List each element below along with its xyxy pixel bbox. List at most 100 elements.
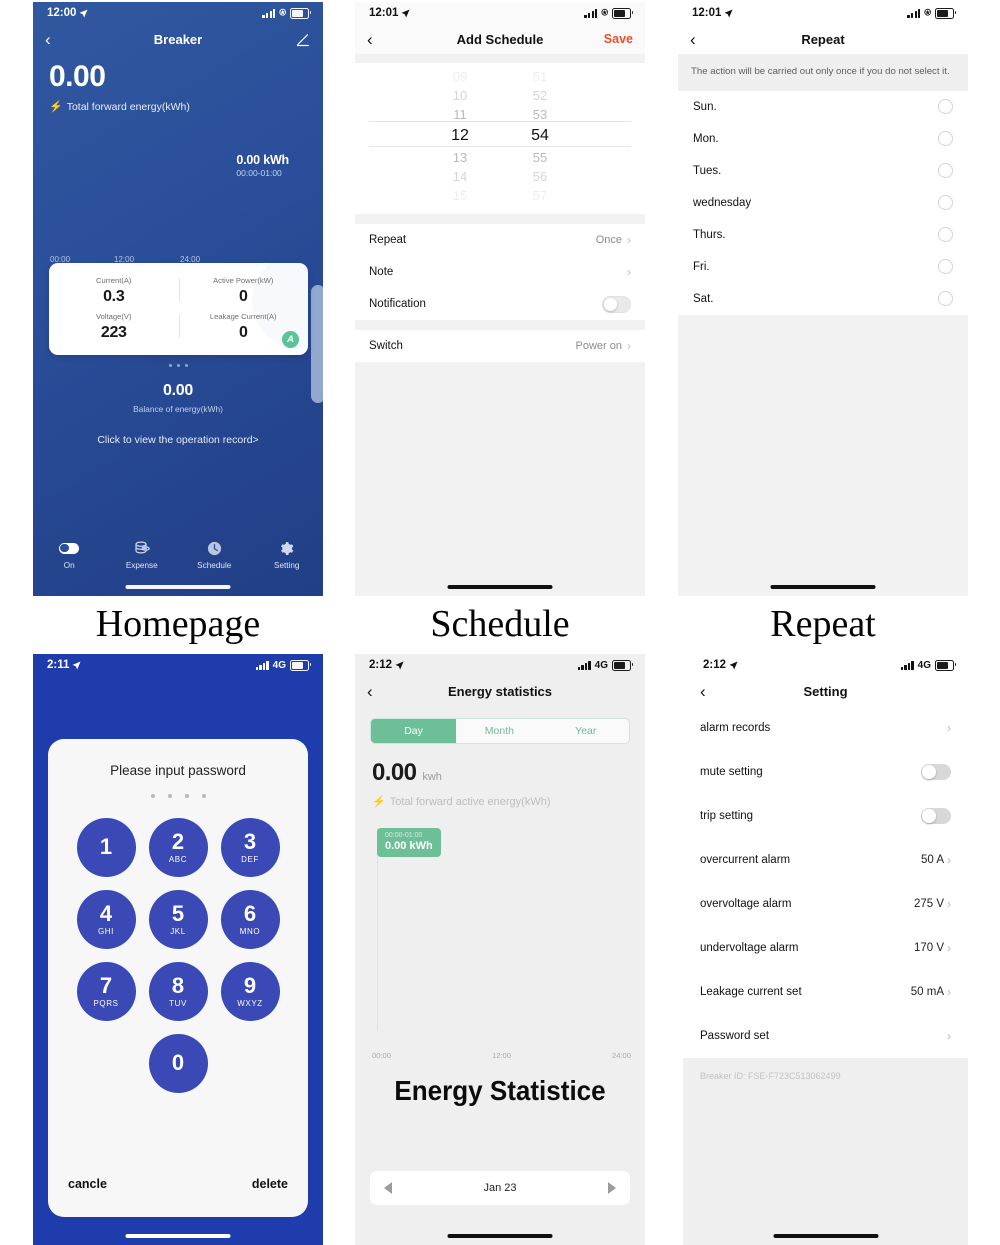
setting-row-trip-setting[interactable]: trip setting xyxy=(683,794,968,838)
setting-row-mute-setting[interactable]: mute setting xyxy=(683,750,968,794)
key-2[interactable]: 2 ABC xyxy=(148,818,208,877)
metric-active-power: Active Power(kW) 0 xyxy=(178,272,309,308)
metrics-row-1: Current(A) 0.3 Active Power(kW) 0 xyxy=(49,272,308,308)
key-9[interactable]: 9 WXYZ xyxy=(220,962,280,1021)
edit-pencil-icon[interactable] xyxy=(296,32,311,47)
key-8[interactable]: 8 TUV xyxy=(148,962,208,1021)
tab-setting[interactable]: Setting xyxy=(251,539,324,570)
chevron-right-icon: › xyxy=(947,897,951,911)
key-4[interactable]: 4 GHI xyxy=(76,890,136,949)
network-type-label: 4G xyxy=(917,659,931,671)
password-dots xyxy=(48,794,308,798)
picker-selection-line-bottom xyxy=(369,146,631,147)
segment-year[interactable]: Year xyxy=(543,719,629,743)
row-switch[interactable]: Switch Power on › xyxy=(355,330,645,362)
key-1[interactable]: 1 xyxy=(76,818,136,877)
setting-value-group: 50 A › xyxy=(921,853,951,867)
key-7[interactable]: 7 PQRS xyxy=(76,962,136,1021)
row-notification[interactable]: Notification xyxy=(355,288,645,320)
carousel-dots[interactable] xyxy=(33,364,323,367)
delete-button[interactable]: delete xyxy=(252,1177,288,1191)
statistics-sublabel: Total forward active energy(kWh) xyxy=(389,795,551,808)
day-row-sat[interactable]: Sat. xyxy=(678,282,968,315)
setting-row-overcurrent-alarm[interactable]: overcurrent alarm 50 A › xyxy=(683,838,968,882)
status-right: ⍟ xyxy=(262,7,312,19)
back-chevron-icon[interactable]: ‹ xyxy=(700,683,706,700)
setting-value: 50 A xyxy=(920,854,944,866)
key-0[interactable]: 0 xyxy=(148,1034,208,1093)
time-picker[interactable]: 09 10 11 12 13 14 15 51 52 53 54 55 56 5… xyxy=(355,54,645,214)
setting-value-group: 275 V › xyxy=(914,897,951,911)
metric-value: 223 xyxy=(100,324,127,341)
chart-tooltip-value: 0.00 kWh xyxy=(385,840,433,852)
day-row-fri[interactable]: Fri. xyxy=(678,250,968,283)
x-tick-2: 24:00 xyxy=(611,1051,631,1060)
key-6[interactable]: 6 MNO xyxy=(220,890,280,949)
picker-item: 56 xyxy=(532,169,548,184)
phone-screen-add-schedule: 12:01 ⍟ ‹ Add Schedule Save 09 10 11 12 xyxy=(355,2,645,596)
day-row-thurs[interactable]: Thurs. xyxy=(678,218,968,251)
radio-icon[interactable] xyxy=(938,227,953,243)
wifi-icon: ⍟ xyxy=(601,6,608,19)
card-peek-next[interactable] xyxy=(311,285,323,403)
key-3[interactable]: 3 DEF xyxy=(220,818,280,877)
cancel-button[interactable]: cancle xyxy=(68,1177,107,1191)
save-button[interactable]: Save xyxy=(604,32,633,46)
day-row-wednesday[interactable]: wednesday xyxy=(678,186,968,219)
segment-month[interactable]: Month xyxy=(456,719,542,743)
status-bar: 2:12 4G xyxy=(683,654,968,676)
notification-toggle[interactable] xyxy=(602,295,631,313)
picker-item: 52 xyxy=(532,88,548,103)
key-number: 7 xyxy=(99,973,113,998)
radio-icon[interactable] xyxy=(938,163,953,179)
trip-toggle[interactable] xyxy=(921,808,951,824)
setting-label: undervoltage alarm xyxy=(700,942,799,954)
back-chevron-icon[interactable]: ‹ xyxy=(367,683,373,700)
next-date-arrow-icon[interactable] xyxy=(608,1182,616,1194)
back-chevron-icon[interactable]: ‹ xyxy=(45,31,51,48)
day-label: Mon. xyxy=(693,132,719,145)
back-chevron-icon[interactable]: ‹ xyxy=(690,31,696,48)
statistics-chart[interactable]: 00:00-01:00 0.00 kWh 00:00 12:00 24:00 xyxy=(355,828,645,1060)
day-row-mon[interactable]: Mon. xyxy=(678,122,968,155)
overlay-caption-energy-statistice: Energy Statistice xyxy=(394,1075,606,1106)
tab-schedule[interactable]: Schedule xyxy=(178,539,251,570)
picker-selection-line-top xyxy=(369,121,631,122)
setting-row-undervoltage-alarm[interactable]: undervoltage alarm 170 V › xyxy=(683,926,968,970)
key-letters: WXYZ xyxy=(237,999,263,1008)
setting-row-password-set[interactable]: Password set › xyxy=(683,1014,968,1058)
setting-row-leakage-current-set[interactable]: Leakage current set 50 mA › xyxy=(683,970,968,1014)
picker-minutes[interactable]: 51 52 53 54 55 56 57 xyxy=(514,67,566,205)
energy-chart[interactable]: 0.00 kWh 00:00-01:00 00:00 12:00 24:00 xyxy=(33,127,323,264)
previous-date-arrow-icon[interactable] xyxy=(384,1182,392,1194)
tab-on[interactable]: On xyxy=(33,539,106,570)
nav-bar-setting: ‹ Setting xyxy=(683,676,968,706)
radio-icon[interactable] xyxy=(938,99,953,115)
day-row-sun[interactable]: Sun. xyxy=(678,90,968,123)
key-5[interactable]: 5 JKL xyxy=(148,890,208,949)
key-letters: TUV xyxy=(169,999,187,1008)
day-row-tues[interactable]: Tues. xyxy=(678,154,968,187)
mute-toggle[interactable] xyxy=(921,764,951,780)
password-prompt: Please input password xyxy=(110,763,246,778)
radio-icon[interactable] xyxy=(938,195,953,211)
radio-icon[interactable] xyxy=(938,259,953,275)
tab-expense[interactable]: Expense xyxy=(106,539,179,570)
network-type-label: 4G xyxy=(594,659,608,671)
setting-label: Password set xyxy=(700,1030,770,1042)
segment-day[interactable]: Day xyxy=(371,719,457,743)
key-number: 9 xyxy=(243,973,257,998)
setting-row-overvoltage-alarm[interactable]: overvoltage alarm 275 V › xyxy=(683,882,968,926)
row-repeat[interactable]: Repeat Once › xyxy=(355,224,645,256)
key-number: 8 xyxy=(171,973,185,998)
operation-record-link[interactable]: Click to view the operation record> xyxy=(33,434,323,446)
radio-icon[interactable] xyxy=(938,131,953,147)
back-chevron-icon[interactable]: ‹ xyxy=(367,31,373,48)
row-note[interactable]: Note › xyxy=(355,256,645,288)
key-number: 5 xyxy=(171,901,185,926)
picker-hours[interactable]: 09 10 11 12 13 14 15 xyxy=(434,67,486,205)
radio-icon[interactable] xyxy=(938,291,953,307)
day-label: Thurs. xyxy=(693,228,726,241)
key-number: 1 xyxy=(99,833,113,859)
setting-row-alarm-records[interactable]: alarm records › xyxy=(683,706,968,750)
